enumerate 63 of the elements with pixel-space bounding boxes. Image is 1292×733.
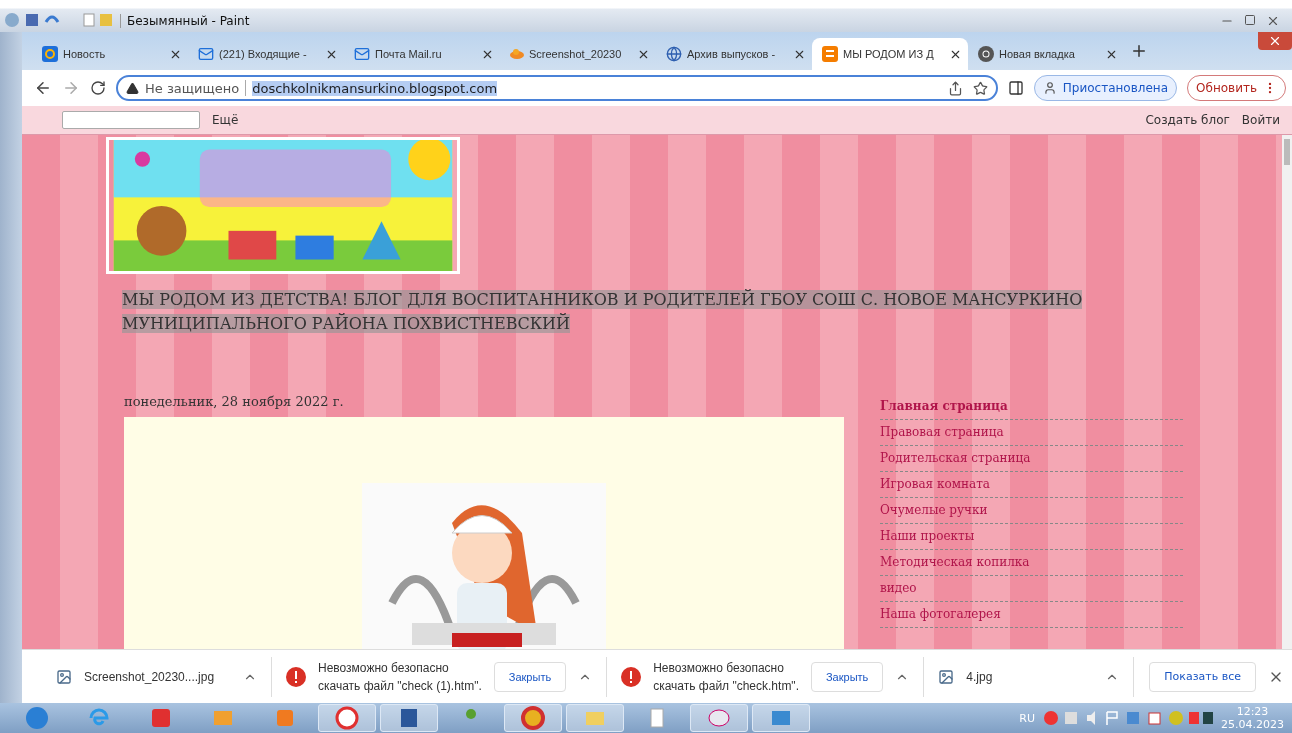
- page-link[interactable]: Игровая комната: [880, 472, 1183, 498]
- window-title: Безымянный - Paint: [120, 14, 250, 28]
- browser-tab[interactable]: Новая вкладка: [968, 38, 1124, 70]
- browser-tab[interactable]: (221) Входящие -: [188, 38, 344, 70]
- search-field[interactable]: [62, 111, 200, 129]
- envelope-icon: [354, 46, 370, 62]
- download-warning: Невозможно безопасно скачать файл "check.htm".: [653, 659, 799, 695]
- user-icon: [1042, 81, 1057, 95]
- profile-button[interactable]: Приостановлена: [1033, 75, 1178, 101]
- security-label: Не защищено: [145, 80, 240, 96]
- paint-icon[interactable]: [707, 706, 731, 730]
- close-icon[interactable]: [1266, 14, 1280, 28]
- post-date: понедельник, 28 ноября 2022 г.: [124, 394, 345, 409]
- quick-access-toolbar-icon[interactable]: [4, 12, 114, 28]
- browser-tab[interactable]: МЫ РОДОМ ИЗ Д: [812, 38, 968, 70]
- globe-icon: [666, 46, 682, 62]
- address-field[interactable]: Не защищено doschkolnikmansurkino.blogspot.com: [116, 75, 998, 101]
- login-link[interactable]: Войти: [1241, 113, 1280, 127]
- download-warning: Невозможно безопасно скачать файл "check (1).htm".: [318, 659, 482, 695]
- reload-icon[interactable]: [90, 80, 106, 96]
- blog-title: МЫ РОДОМ ИЗ ДЕТСТВА! БЛОГ ДЛЯ ВОСПИТАННИКОВ И РОДИТЕЛЕЙ ГБОУ СОШ С. НОВОЕ МАНСУРКИНО МУНИЦИПАЛЬНОГО РАЙОНА ПОХВИСТНЕВСКИЙ: [122, 288, 1084, 335]
- tray-icons-drawing[interactable]: [1043, 710, 1213, 726]
- browser-tab[interactable]: Screenshot_20230: [500, 38, 656, 70]
- chrome-icon: [978, 46, 994, 62]
- more-link[interactable]: Ещё: [212, 113, 239, 127]
- image-file-icon: [938, 668, 955, 685]
- page-link[interactable]: Наши проекты: [880, 524, 1183, 550]
- error-icon: [621, 666, 642, 687]
- clock-time: 12:23: [1236, 705, 1269, 718]
- show-all-button[interactable]: Показать все: [1149, 661, 1256, 692]
- browser-tab[interactable]: Почта Mail.ru: [344, 38, 500, 70]
- chrome-icon[interactable]: [521, 706, 545, 730]
- back-icon[interactable]: [34, 79, 52, 97]
- create-blog-link[interactable]: Создать блог: [1145, 113, 1230, 127]
- image-file-icon: [56, 668, 72, 685]
- url-text: doschkolnikmansurkino.blogspot.com: [252, 80, 498, 96]
- error-icon: [286, 666, 306, 687]
- browser-icon[interactable]: [335, 706, 359, 730]
- maximize-icon[interactable]: [1244, 14, 1256, 26]
- page-link[interactable]: Правовая страница: [880, 420, 1183, 446]
- at-icon: [42, 46, 58, 62]
- blog-icon: [822, 46, 838, 62]
- close-button[interactable]: Закрыть: [493, 661, 567, 692]
- warning-icon: [126, 81, 139, 95]
- close-button[interactable]: Закрыть: [810, 661, 884, 692]
- file-name[interactable]: Screenshot_20230....jpg: [84, 669, 231, 684]
- browser-tab[interactable]: Архив выпусков -: [656, 38, 812, 70]
- bookmark-icon[interactable]: [972, 80, 988, 96]
- page-link[interactable]: Методическая копилка: [880, 550, 1183, 576]
- browser-tab[interactable]: Новость: [32, 38, 188, 70]
- share-icon[interactable]: [947, 80, 963, 96]
- start-button[interactable]: [25, 706, 49, 730]
- page-link[interactable]: Наша фотогалерея: [880, 602, 1183, 628]
- cloud-icon: [510, 49, 524, 59]
- page-link[interactable]: Главная страница: [880, 394, 1183, 420]
- clock-date: 25.04.2023: [1221, 718, 1284, 731]
- page-link[interactable]: Родительская страница: [880, 446, 1183, 472]
- update-button[interactable]: Обновить: [1187, 75, 1286, 101]
- file-name[interactable]: 4.jpg: [966, 669, 1094, 684]
- new-tab-icon[interactable]: [1130, 42, 1148, 60]
- envelope-icon: [198, 46, 214, 62]
- side-panel-icon[interactable]: [1007, 80, 1024, 96]
- scrollbar-thumb[interactable]: [1284, 139, 1290, 165]
